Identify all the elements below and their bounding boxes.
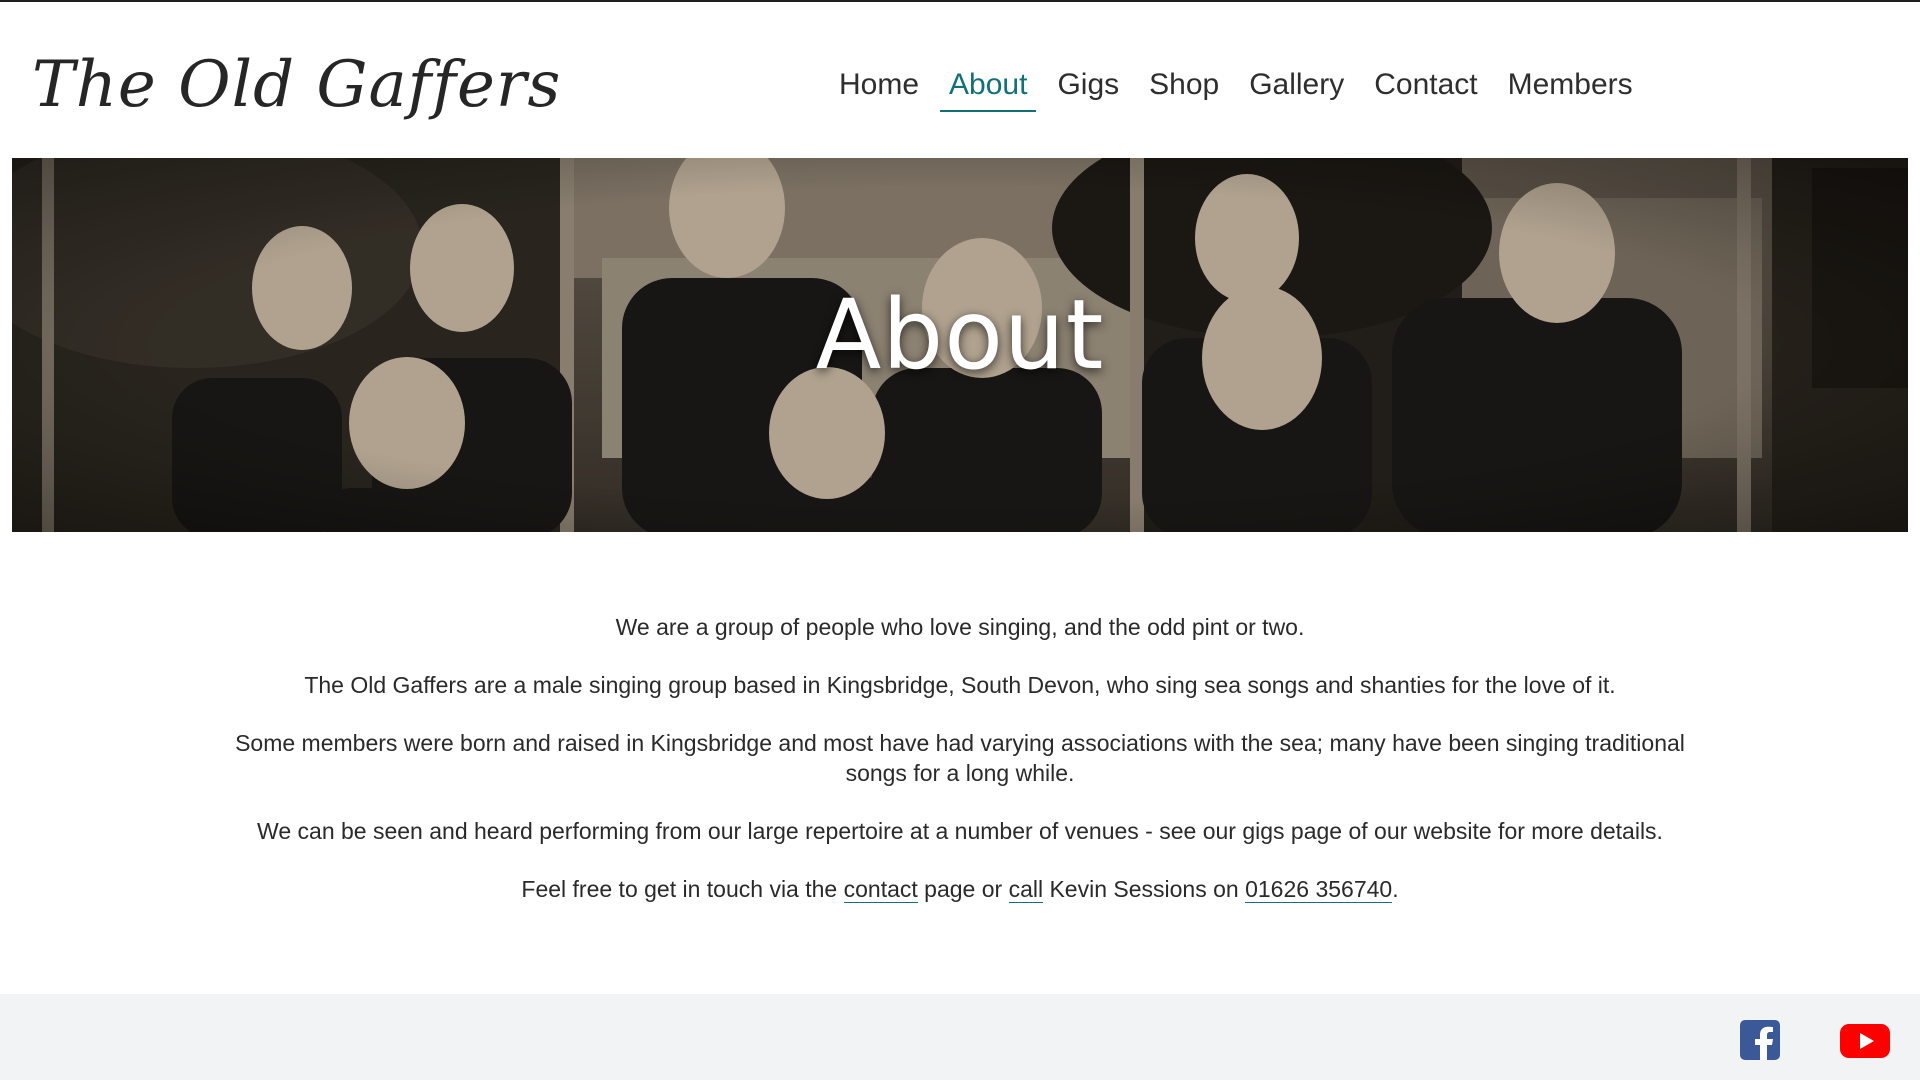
facebook-link[interactable] bbox=[1740, 1020, 1780, 1065]
site-footer bbox=[0, 994, 1920, 1080]
hero-title: About bbox=[815, 279, 1105, 391]
site-header: The Old Gaffers Home About Gigs Shop Gal… bbox=[0, 2, 1920, 157]
nav-members[interactable]: Members bbox=[1493, 60, 1648, 110]
about-paragraph-4: We can be seen and heard performing from… bbox=[257, 818, 1663, 844]
nav-gallery[interactable]: Gallery bbox=[1234, 60, 1359, 110]
nav-contact[interactable]: Contact bbox=[1359, 60, 1492, 110]
nav-about[interactable]: About bbox=[934, 60, 1042, 112]
about-paragraph-3: Some members were born and raised in Kin… bbox=[235, 730, 1685, 786]
contact-link[interactable]: contact bbox=[843, 876, 918, 903]
hero-banner: About bbox=[12, 158, 1908, 532]
youtube-link[interactable] bbox=[1840, 1024, 1890, 1063]
about-paragraph-2: The Old Gaffers are a male singing group… bbox=[304, 672, 1616, 698]
call-link[interactable]: call bbox=[1008, 876, 1044, 903]
contact-text-before: Feel free to get in touch via the bbox=[521, 876, 844, 902]
youtube-icon bbox=[1840, 1024, 1890, 1058]
nav-home[interactable]: Home bbox=[824, 60, 934, 110]
about-paragraph-1: We are a group of people who love singin… bbox=[615, 614, 1305, 640]
about-content: We are a group of people who love singin… bbox=[230, 612, 1690, 932]
nav-shop[interactable]: Shop bbox=[1134, 60, 1234, 110]
phone-link[interactable]: 01626 356740 bbox=[1245, 876, 1393, 903]
contact-text-name: Kevin Sessions on bbox=[1043, 876, 1246, 902]
contact-text-end: . bbox=[1392, 876, 1399, 902]
main-nav: Home About Gigs Shop Gallery Contact Mem… bbox=[824, 60, 1648, 112]
about-paragraph-5: Feel free to get in touch via the contac… bbox=[230, 874, 1690, 904]
contact-text-middle: page or bbox=[917, 876, 1009, 902]
nav-gigs[interactable]: Gigs bbox=[1042, 60, 1134, 110]
site-logo[interactable]: The Old Gaffers bbox=[32, 40, 561, 130]
facebook-icon bbox=[1740, 1020, 1780, 1060]
